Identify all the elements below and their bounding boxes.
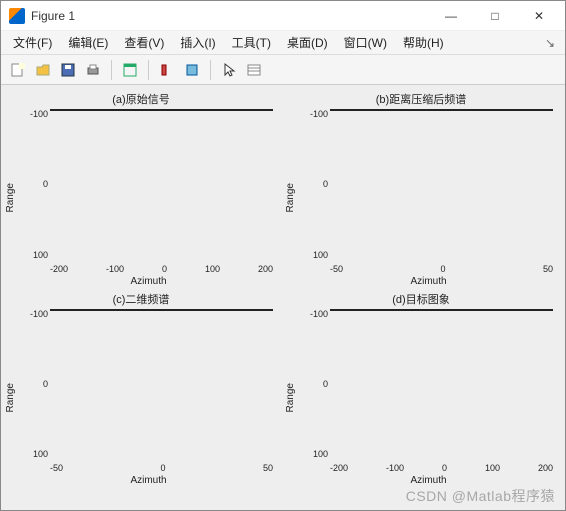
dock-button[interactable] <box>119 59 141 81</box>
subplot-d: (d)目标图象 Range <box>283 291 559 487</box>
menu-overflow-icon[interactable]: ↘ <box>539 34 561 52</box>
subplot-d-axes[interactable] <box>330 309 553 311</box>
subplot-c-xlabel: Azimuth <box>18 475 279 486</box>
subplot-c-title: (c)二维频谱 <box>113 291 170 307</box>
menu-help[interactable]: 帮助(H) <box>395 32 452 53</box>
menu-desktop[interactable]: 桌面(D) <box>279 32 336 53</box>
maximize-button[interactable]: □ <box>473 2 517 30</box>
subplot-d-title: (d)目标图象 <box>392 291 449 307</box>
menu-view[interactable]: 查看(V) <box>116 32 172 53</box>
print-button[interactable] <box>82 59 104 81</box>
open-button[interactable] <box>32 59 54 81</box>
cursor-button[interactable] <box>218 59 240 81</box>
menu-bar: 文件(F) 编辑(E) 查看(V) 插入(I) 工具(T) 桌面(D) 窗口(W… <box>1 31 565 55</box>
toolbar-separator <box>148 60 149 80</box>
plot-tools-icon <box>159 62 175 78</box>
figure-canvas: (a)原始信号 Range -1000100 -2 <box>1 85 565 510</box>
save-button[interactable] <box>57 59 79 81</box>
menu-insert[interactable]: 插入(I) <box>172 32 223 53</box>
minimize-button[interactable]: — <box>429 2 473 30</box>
figure-window: Figure 1 — □ ✕ 文件(F) 编辑(E) 查看(V) 插入(I) 工… <box>0 0 566 511</box>
new-figure-button[interactable] <box>7 59 29 81</box>
subplot-b-title: (b)距离压缩后频谱 <box>376 91 466 107</box>
subplot-c-xticks: -50050 <box>50 463 273 473</box>
menu-file[interactable]: 文件(F) <box>5 32 60 53</box>
subplot-b-xticks: -50050 <box>330 264 553 274</box>
subplot-b-ylabel: Range <box>283 109 298 287</box>
window-title: Figure 1 <box>31 9 429 23</box>
subplot-d-xlabel: Azimuth <box>298 475 559 486</box>
subplot-a: (a)原始信号 Range -1000100 -2 <box>3 91 279 287</box>
menu-tools[interactable]: 工具(T) <box>224 32 279 53</box>
subplot-b: (b)距离压缩后频谱 Range -1000100 -50050 <box>283 91 559 287</box>
subplot-d-yticks: -1000100 <box>300 309 328 460</box>
minimize-icon: — <box>445 9 457 23</box>
subplot-b-yticks: -1000100 <box>300 109 328 260</box>
watermark: CSDN @Matlab程序猿 <box>406 486 555 506</box>
cursor-icon <box>221 62 237 78</box>
menu-edit[interactable]: 编辑(E) <box>60 32 116 53</box>
subplot-a-title: (a)原始信号 <box>112 91 169 107</box>
new-figure-icon <box>10 62 26 78</box>
property-editor-button[interactable] <box>243 59 265 81</box>
subplot-a-axes[interactable] <box>50 109 273 111</box>
subplot-c-yticks: -1000100 <box>20 309 48 460</box>
title-bar: Figure 1 — □ ✕ <box>1 1 565 31</box>
subplot-d-xticks: -200-1000100200 <box>330 463 553 473</box>
colorbar-button[interactable] <box>181 59 203 81</box>
toolbar-separator <box>210 60 211 80</box>
dock-icon <box>122 62 138 78</box>
subplot-b-xlabel: Azimuth <box>298 276 559 287</box>
subplot-c-axes[interactable] <box>50 309 273 311</box>
subplot-b-axes[interactable] <box>330 109 553 111</box>
subplot-a-xticks: -200-1000100200 <box>50 264 273 274</box>
subplot-a-yticks: -1000100 <box>20 109 48 260</box>
toolbar-separator <box>111 60 112 80</box>
subplot-c-ylabel: Range <box>3 309 18 487</box>
property-editor-icon <box>246 62 262 78</box>
menu-window[interactable]: 窗口(W) <box>336 32 395 53</box>
subplot-d-ylabel: Range <box>283 309 298 487</box>
open-icon <box>35 62 51 78</box>
print-icon <box>85 62 101 78</box>
subplot-c: (c)二维频谱 Range -1000100 -50050 <box>3 291 279 487</box>
save-icon <box>60 62 76 78</box>
subplot-a-xlabel: Azimuth <box>18 276 279 287</box>
matlab-figure-icon <box>9 8 25 24</box>
close-icon: ✕ <box>534 9 544 23</box>
close-button[interactable]: ✕ <box>517 2 561 30</box>
maximize-icon: □ <box>491 9 498 23</box>
toolbar <box>1 55 565 85</box>
plot-tools-button[interactable] <box>156 59 178 81</box>
subplot-a-ylabel: Range <box>3 109 18 287</box>
colorbar-icon <box>184 62 200 78</box>
